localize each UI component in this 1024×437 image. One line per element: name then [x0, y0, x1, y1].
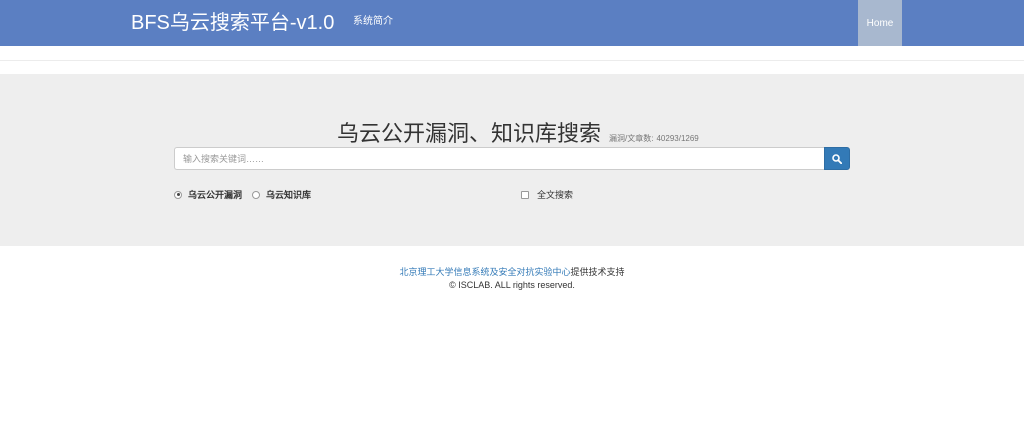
radio-kb-label: 乌云知识库 [266, 190, 312, 200]
radio-vulns[interactable]: 乌云公开漏洞 [174, 188, 242, 201]
nav-about-link[interactable]: 系统简介 [353, 15, 393, 29]
search-input[interactable] [174, 147, 824, 170]
support-link[interactable]: 北京理工大学信息系统及安全对抗实验中心 [399, 267, 570, 277]
top-navbar: BFS乌云搜索平台-v1.0 系统简介 Home [0, 0, 1024, 46]
search-icon [832, 153, 842, 164]
search-heading: 乌云公开漏洞、知识库搜索 漏洞/文章数: 40293/1269 [337, 116, 699, 148]
fulltext-checkbox[interactable]: 全文搜索 [521, 188, 573, 201]
count-label: 漏洞/文章数: [609, 134, 654, 143]
fulltext-label: 全文搜索 [537, 190, 574, 200]
brand-title[interactable]: BFS乌云搜索平台-v1.0 [131, 10, 334, 36]
fulltext-checkbox-box[interactable] [521, 190, 529, 199]
support-suffix: 提供技术支持 [570, 267, 625, 277]
nav-home-link[interactable]: Home [858, 0, 902, 46]
radio-vulns-label: 乌云公开漏洞 [188, 190, 243, 200]
footer-copyright: © ISCLAB. ALL rights reserved. [449, 280, 575, 290]
search-button[interactable] [824, 147, 850, 170]
radio-kb-indicator[interactable] [252, 190, 260, 199]
search-heading-title: 乌云公开漏洞、知识库搜索 [337, 121, 602, 146]
divider [0, 60, 1024, 61]
search-bar [174, 147, 850, 170]
search-options: 乌云公开漏洞 乌云知识库 全文搜索 [174, 188, 850, 202]
radio-kb[interactable]: 乌云知识库 [252, 188, 311, 201]
count-value: 40293/1269 [656, 134, 699, 143]
radio-vulns-indicator[interactable] [174, 190, 182, 199]
footer-support: 北京理工大学信息系统及安全对抗实验中心提供技术支持 [0, 265, 1024, 278]
